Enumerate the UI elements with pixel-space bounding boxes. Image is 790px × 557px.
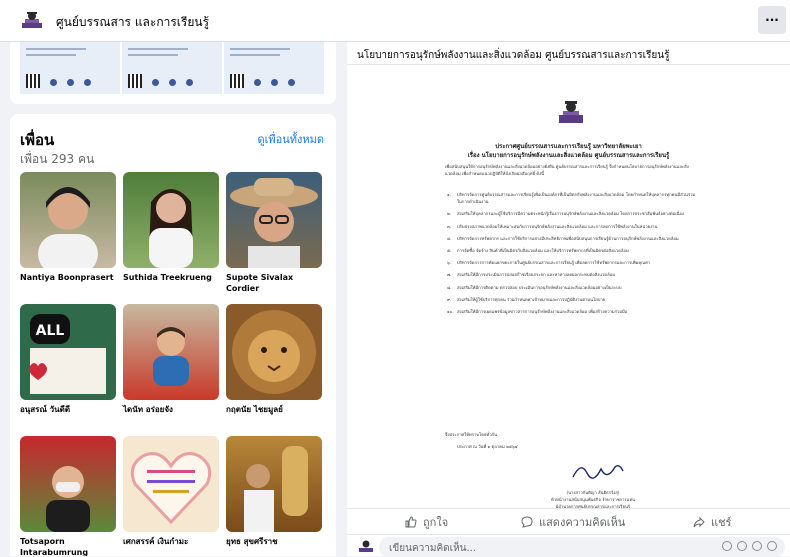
policy-item: ๔. บริหารจัดการทรัพยากร และการใช้บริการอย… — [447, 235, 679, 241]
friend-card[interactable]: Totsaporn Intarabumrung — [20, 436, 118, 556]
left-column: เพื่อน เพื่อน 293 คน ดูเพื่อนทั้งหมด Nan… — [10, 42, 336, 556]
friend-name[interactable]: กฤตนัย ไชยมูลย์ — [226, 404, 324, 415]
qr-code-icon — [230, 74, 244, 88]
media-thumbnail[interactable] — [224, 42, 326, 94]
dot-icon — [271, 79, 278, 86]
policy-item: ๖. บริหารจัดการการคัดแยกขยะภายในศูนย์บรรณ… — [447, 260, 651, 266]
policy-item: ๑๐. ส่งเสริมให้มีการเผยแพร่ข้อมูลข่าวสารก… — [447, 309, 628, 315]
organization-logo-icon — [559, 101, 583, 123]
like-button[interactable]: ถูกใจ — [405, 513, 448, 531]
comment-input[interactable]: เขียนความคิดเห็น... — [379, 537, 785, 557]
signer-name: (นางสาวกันติญา สันติธรรังสุ) — [566, 490, 620, 495]
friend-name[interactable]: Supote Sivalax Cordier — [226, 272, 324, 294]
media-thumbnail[interactable] — [20, 42, 122, 94]
document-intro: เพื่อสนับสนุนให้การอนุรักษ์พลังงานและสิ่… — [445, 164, 689, 177]
document-closing: จึงประกาศให้ทราบโดยทั่วกัน — [445, 432, 497, 437]
friend-card[interactable]: ยุทธ สุขศรีราช — [226, 436, 324, 547]
policy-item: ๒. ส่งเสริมให้บุคลากรและผู้ใช้บริการมีควา… — [447, 211, 684, 217]
thumbs-up-icon — [405, 516, 417, 528]
friend-card[interactable]: ALL อนุสรณ์ วันดีดี — [20, 304, 118, 415]
qr-code-icon — [128, 74, 142, 88]
friend-card[interactable]: เศกสรรค์ เงินกำมะ — [123, 436, 221, 547]
comment-label: แสดงความคิดเห็น — [539, 516, 626, 529]
document-policy-list: ๑. บริหารจัดการศูนย์บรรณสารและการเรียนรู้… — [447, 191, 699, 320]
friend-photo[interactable] — [123, 172, 219, 268]
page-title[interactable]: ศูนย์บรรณสาร และการเรียนรู้ — [56, 13, 209, 32]
friend-card[interactable]: Suthida Treekrueng — [123, 172, 221, 283]
document-date: ประกาศ ณ วันที่ ๑ ตุลาคม ๒๕๖๔ — [457, 444, 518, 449]
comment-icon — [521, 516, 533, 528]
dot-icon — [50, 79, 57, 86]
friends-card: เพื่อน เพื่อน 293 คน ดูเพื่อนทั้งหมด Nan… — [10, 114, 336, 556]
friend-photo[interactable] — [226, 304, 322, 400]
dot-icon — [152, 79, 159, 86]
friend-photo[interactable] — [226, 436, 322, 532]
post-card: นโยบายการอนุรักษ์พลังงานและสิ่งแวดล้อม ศ… — [347, 42, 790, 557]
media-thumbnail[interactable] — [122, 42, 224, 94]
dot-icon — [67, 79, 74, 86]
more-options-button[interactable]: ··· — [758, 6, 786, 34]
comment-tools — [722, 541, 777, 551]
dot-icon — [186, 79, 193, 86]
svg-text:ALL: ALL — [36, 323, 65, 339]
policy-item: ๘. ส่งเสริมให้มีการติดตาม ตรวจสอบ ประเมิน… — [447, 284, 622, 290]
media-strip[interactable] — [20, 42, 326, 94]
friend-name[interactable]: ยุทธ สุขศรีราช — [226, 536, 324, 547]
friends-count: เพื่อน 293 คน — [20, 152, 95, 166]
friend-card[interactable]: Nantiya Boonprasert — [20, 172, 118, 283]
page-logo-icon[interactable] — [20, 9, 44, 31]
friend-name[interactable]: Totsaporn Intarabumrung — [20, 536, 118, 556]
friend-card[interactable]: กฤตนัย ไชยมูลย์ — [226, 304, 324, 415]
friend-name[interactable]: เศกสรรค์ เงินกำมะ — [123, 536, 221, 547]
gif-icon[interactable] — [752, 541, 762, 551]
comment-button[interactable]: แสดงความคิดเห็น — [521, 513, 625, 531]
friend-name[interactable]: อนุสรณ์ วันดีดี — [20, 404, 118, 415]
comment-placeholder: เขียนความคิดเห็น... — [389, 543, 477, 554]
page-header: ศูนย์บรรณสาร และการเรียนรู้ ··· — [0, 0, 790, 42]
policy-item: ๙. ส่งเสริมให้ผู้ใช้บริการทุกคน ร่วมกำหนด… — [447, 296, 606, 302]
comment-composer: เขียนความคิดเห็น... — [347, 534, 790, 557]
policy-item: ๗. ส่งเสริมให้มีการประเมินการปล่อยก๊าซเรื… — [447, 272, 615, 278]
avatar[interactable] — [357, 537, 375, 555]
dot-icon — [288, 79, 295, 86]
dot-icon — [84, 79, 91, 86]
post-heading: นโยบายการอนุรักษ์พลังงานและสิ่งแวดล้อม ศ… — [357, 50, 670, 61]
signer-position: หัวหน้างานสนับสนุนพันธกิจ รักษาราชการแทน — [551, 497, 635, 502]
camera-icon[interactable] — [737, 541, 747, 551]
friend-photo[interactable] — [123, 436, 219, 532]
document-subheading: เรื่อง นโยบายการอนุรักษ์พลังงานและสิ่งแว… — [467, 152, 670, 159]
dot-icon — [254, 79, 261, 86]
friends-title: เพื่อน — [20, 131, 55, 149]
policy-item: ๑. บริหารจัดการศูนย์บรรณสารและการเรียนรู้… — [447, 192, 696, 205]
see-all-friends-link[interactable]: ดูเพื่อนทั้งหมด — [257, 130, 324, 148]
emoji-icon[interactable] — [722, 541, 732, 551]
share-label: แชร์ — [711, 516, 732, 529]
friend-photo[interactable] — [226, 172, 322, 268]
friend-photo[interactable] — [123, 304, 219, 400]
share-button[interactable]: แชร์ — [693, 513, 731, 531]
policy-item: ๕. การจัดซื้อ จัดจ้าง สินค้าที่เป็นมิตรกั… — [447, 248, 629, 254]
share-icon — [693, 516, 705, 528]
friend-card[interactable]: Supote Sivalax Cordier — [226, 172, 324, 294]
friend-name[interactable]: Nantiya Boonprasert — [20, 272, 118, 283]
friend-photo[interactable] — [20, 172, 116, 268]
signature-icon — [572, 464, 624, 479]
friend-name[interactable]: ไดนัท อร่อยจัง — [123, 404, 221, 415]
friend-card[interactable]: ไดนัท อร่อยจัง — [123, 304, 221, 415]
post-actions: ถูกใจ แสดงความคิดเห็น แชร์ — [347, 508, 790, 531]
friend-photo[interactable] — [20, 436, 116, 532]
sticker-icon[interactable] — [767, 541, 777, 551]
dot-icon — [169, 79, 176, 86]
friend-photo[interactable]: ALL — [20, 304, 116, 400]
media-card — [10, 42, 336, 104]
policy-item: ๓. ปรับปรุงสภาพแวดล้อมให้เหมาะสมกับการอนุ… — [447, 223, 658, 229]
friend-name[interactable]: Suthida Treekrueng — [123, 272, 221, 283]
like-label: ถูกใจ — [423, 516, 449, 529]
qr-code-icon — [26, 74, 40, 88]
post-image-document[interactable]: ประกาศศูนย์บรรณสารและการเรียนรู้ มหาวิทย… — [347, 64, 790, 541]
